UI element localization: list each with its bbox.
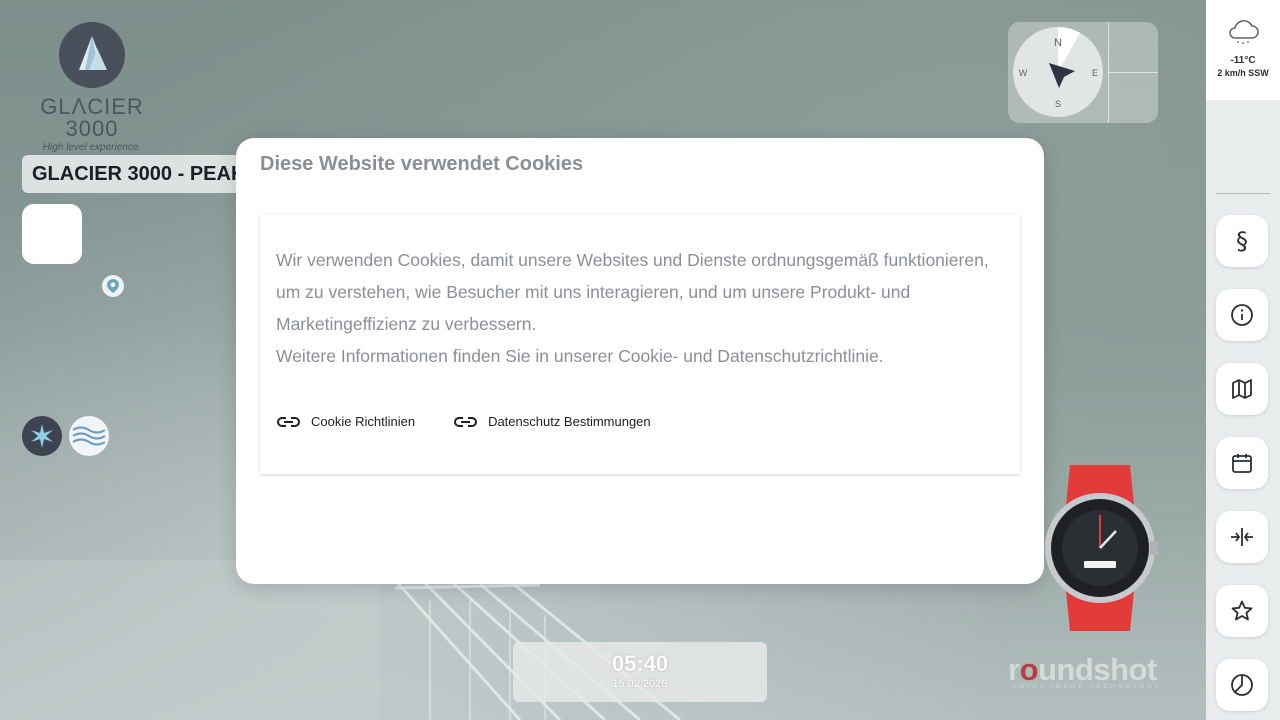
right-sidebar: -11°C 2 km/h SSW § bbox=[1206, 0, 1280, 720]
partner-logo-star-icon[interactable] bbox=[22, 416, 62, 456]
privacy-policy-label: Datenschutz Bestimmungen bbox=[488, 414, 651, 429]
cookie-dialog: Diese Website verwendet Cookies Wir verw… bbox=[236, 138, 1044, 584]
roundshot-logo-part: r bbox=[1008, 652, 1020, 687]
history-icon bbox=[1231, 674, 1253, 696]
roundshot-logo-o: o bbox=[1019, 652, 1039, 687]
cookie-policy-link[interactable]: Cookie Richtlinien bbox=[276, 414, 415, 429]
glacier3000-logo[interactable]: GLΛCIER 3000 High level experience. bbox=[22, 22, 162, 153]
camera-thumbnail[interactable] bbox=[22, 204, 82, 264]
timestamp-date: 15.02.2026 bbox=[612, 678, 668, 690]
compass-west-label: W bbox=[1019, 68, 1028, 78]
compass-minimap[interactable]: N E S W bbox=[1008, 22, 1158, 123]
logo-title: GLΛCIER 3000 bbox=[40, 94, 144, 141]
cookie-dialog-text: Wir verwenden Cookies, damit unsere Webs… bbox=[276, 244, 1006, 372]
privacy-policy-link[interactable]: Datenschutz Bestimmungen bbox=[453, 414, 651, 429]
sidebar-divider bbox=[1216, 193, 1270, 194]
star-icon bbox=[1231, 600, 1253, 621]
cookie-text-paragraph: Wir verwenden Cookies, damit unsere Webs… bbox=[276, 250, 989, 334]
cookie-text-more-info: Weitere Informationen finden Sie in unse… bbox=[276, 346, 884, 366]
section-icon: § bbox=[1236, 227, 1248, 255]
weather-wind: 2 km/h SSW bbox=[1217, 68, 1269, 78]
roundshot-logo[interactable]: roundshot bbox=[1008, 652, 1157, 688]
calendar-button[interactable] bbox=[1216, 437, 1268, 489]
history-button[interactable] bbox=[1216, 659, 1268, 711]
location-pin-icon[interactable] bbox=[102, 275, 124, 297]
cookie-policy-label: Cookie Richtlinien bbox=[311, 414, 416, 429]
compass-east-label: E bbox=[1092, 68, 1098, 78]
compare-icon bbox=[1231, 528, 1253, 546]
compass-icon: N E S W bbox=[1013, 27, 1103, 117]
partner-logo-waves-icon[interactable] bbox=[69, 416, 109, 456]
weather-temperature: -11°C bbox=[1230, 55, 1256, 66]
cloud-icon bbox=[1229, 20, 1259, 44]
logo-subtitle: High level experience. bbox=[42, 142, 142, 153]
info-button[interactable] bbox=[1216, 289, 1268, 341]
cookie-dialog-card: Wir verwenden Cookies, damit unsere Webs… bbox=[260, 214, 1020, 474]
compass-north-label: N bbox=[1054, 37, 1062, 49]
timestamp-time: 05:40 bbox=[611, 651, 669, 676]
link-icon bbox=[454, 416, 478, 427]
map-icon bbox=[1232, 379, 1252, 399]
weather-widget[interactable]: -11°C 2 km/h SSW bbox=[1206, 0, 1280, 100]
favorite-button[interactable] bbox=[1216, 585, 1268, 637]
info-icon bbox=[1231, 304, 1253, 326]
link-icon bbox=[277, 416, 300, 427]
map-button[interactable] bbox=[1216, 363, 1268, 415]
mountain-logo-icon bbox=[59, 22, 125, 88]
tissot-watch-ad[interactable] bbox=[1040, 465, 1162, 631]
legal-button[interactable]: § bbox=[1216, 215, 1268, 267]
compare-button[interactable] bbox=[1216, 511, 1268, 563]
roundshot-tagline: SWISS IMAGE TECHNOLOGY bbox=[1012, 684, 1162, 690]
cookie-dialog-title: Diese Website verwendet Cookies bbox=[260, 153, 584, 175]
timestamp-panel[interactable]: 05:40 15.02.2026 bbox=[513, 642, 767, 702]
camera-title: GLACIER 3000 - PEAK WALK bbox=[22, 155, 252, 193]
compass-south-label: S bbox=[1055, 99, 1061, 109]
roundshot-logo-part: undshot bbox=[1038, 652, 1157, 687]
calendar-icon bbox=[1232, 454, 1252, 473]
